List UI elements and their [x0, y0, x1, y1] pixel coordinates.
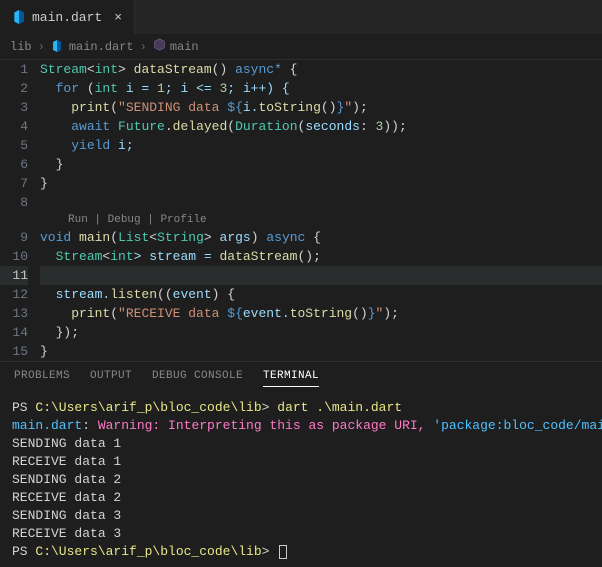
tab-debug-console[interactable]: DEBUG CONSOLE [152, 370, 243, 387]
tab-label: main.dart [32, 10, 102, 25]
tab-bar: main.dart × [0, 0, 602, 34]
breadcrumb-symbol[interactable]: main [153, 38, 199, 55]
code-area[interactable]: Stream<int> dataStream() async* { for (i… [40, 60, 602, 361]
dart-file-icon [12, 10, 26, 24]
terminal-cursor [279, 545, 287, 559]
codelens: Run | Debug | Profile [68, 212, 602, 228]
breadcrumb: lib › main.dart › main [0, 34, 602, 60]
codelens-debug[interactable]: Debug [108, 214, 141, 226]
breadcrumb-file-label: main.dart [69, 40, 134, 54]
tab-terminal[interactable]: TERMINAL [263, 370, 319, 387]
breadcrumb-folder[interactable]: lib [10, 40, 32, 54]
close-icon[interactable]: × [114, 10, 122, 25]
tab-output[interactable]: OUTPUT [90, 370, 132, 387]
chevron-right-icon: › [38, 40, 45, 54]
code-editor[interactable]: 1 2 3 4 5 6 7 8 9 10 11 12 13 14 15 Stre… [0, 60, 602, 361]
breadcrumb-symbol-label: main [170, 40, 199, 54]
terminal[interactable]: PS C:\Users\arif_p\bloc_code\lib> dart .… [0, 393, 602, 567]
breadcrumb-file[interactable]: main.dart [51, 40, 134, 54]
line-gutter: 1 2 3 4 5 6 7 8 9 10 11 12 13 14 15 [0, 60, 40, 361]
codelens-run[interactable]: Run [68, 214, 88, 226]
dart-file-icon [51, 40, 65, 54]
tab-problems[interactable]: PROBLEMS [14, 370, 70, 387]
panel-tabs: PROBLEMS OUTPUT DEBUG CONSOLE TERMINAL [0, 361, 602, 393]
cube-icon [153, 38, 166, 55]
codelens-profile[interactable]: Profile [160, 214, 206, 226]
tab-main-dart[interactable]: main.dart × [0, 0, 135, 34]
chevron-right-icon: › [140, 40, 147, 54]
